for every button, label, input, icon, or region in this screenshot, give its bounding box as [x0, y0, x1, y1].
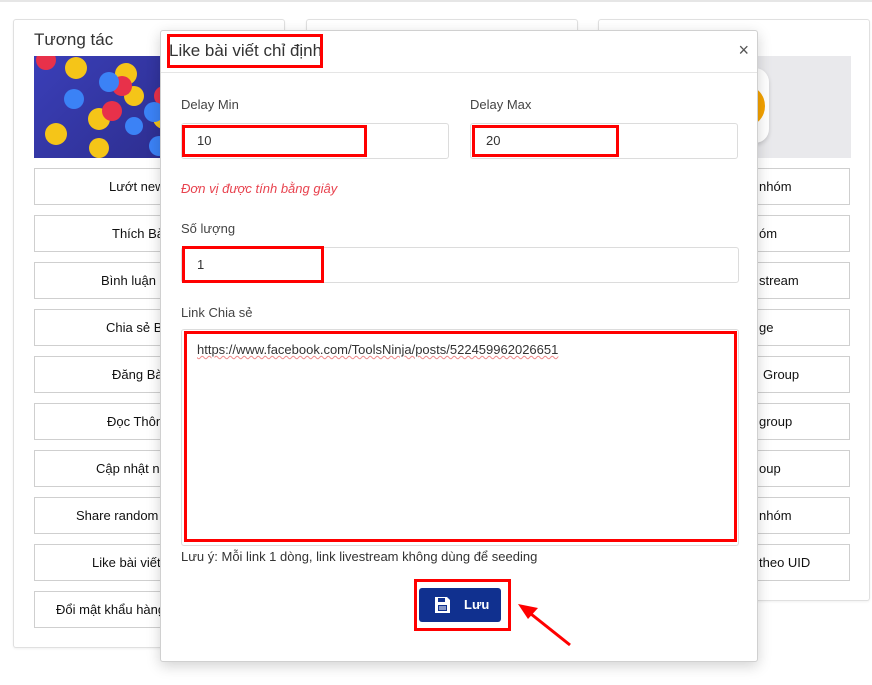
button-label: óm: [759, 226, 778, 241]
like-post-modal: Like bài viết chỉ định × Delay Min 10 De…: [160, 30, 758, 662]
link-highlight: [184, 331, 737, 542]
quantity-label: Số lượng: [181, 221, 236, 236]
top-divider: [0, 0, 872, 2]
button-label: Bình luận B: [101, 273, 169, 288]
card-title: Tương tác: [34, 30, 114, 49]
button-label: theo UID: [759, 555, 811, 570]
button-label: Cập nhật ng: [96, 461, 167, 476]
save-button[interactable]: Lưu: [419, 588, 501, 622]
button-label: nhóm: [759, 508, 792, 523]
title-highlight: [167, 34, 323, 68]
button-label: Share random: [76, 508, 159, 523]
button-label: Đổi mật khẩu hàng: [56, 602, 166, 617]
delay-min-highlight: [182, 125, 367, 157]
floppy-disk-icon: [435, 597, 450, 613]
save-label: Lưu: [464, 597, 490, 612]
button-label: Group: [763, 367, 800, 382]
note-text: Lưu ý: Mỗi link 1 dòng, link livestream …: [181, 549, 538, 564]
button-label: ge: [759, 320, 774, 335]
link-label: Link Chia sẻ: [181, 305, 253, 320]
delay-max-highlight: [472, 125, 619, 157]
button-label: Thích Bà: [112, 226, 165, 241]
quantity-highlight: [182, 246, 324, 283]
button-label: Đăng Bà: [112, 367, 163, 382]
button-label: nhóm: [759, 179, 792, 194]
button-label: stream: [759, 273, 799, 288]
button-label: Chia sẻ B: [106, 320, 163, 335]
button-label: Lướt new: [109, 179, 165, 194]
button-label: Like bài viết: [92, 555, 161, 570]
unit-hint: Đơn vị được tính bằng giây: [181, 181, 338, 196]
close-icon[interactable]: ×: [738, 40, 749, 61]
button-label: oup: [759, 461, 781, 476]
button-label: Đọc Thôn: [107, 414, 164, 429]
delay-min-label: Delay Min: [181, 97, 239, 112]
pointer-arrow: [518, 604, 571, 647]
button-label: group: [759, 414, 793, 429]
delay-max-label: Delay Max: [470, 97, 532, 112]
